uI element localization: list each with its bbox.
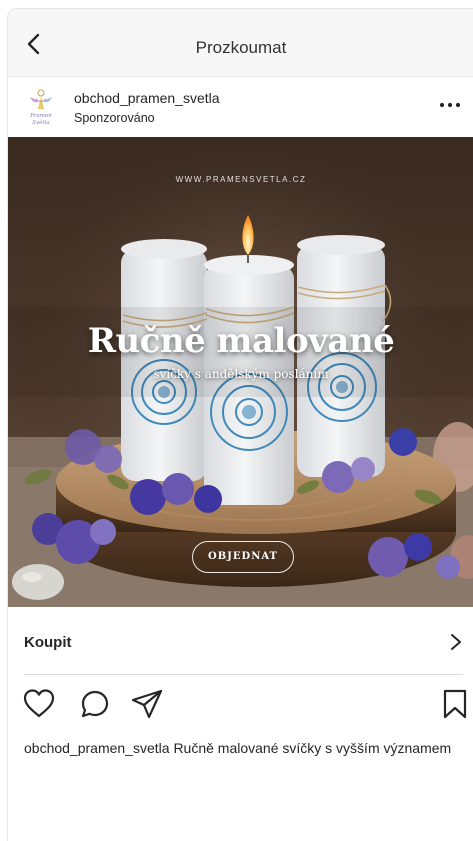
more-horizontal-icon[interactable]: [438, 95, 462, 115]
app-frame: Prozkoumat Pramen Světla obchod_pramen_s…: [7, 8, 473, 841]
post-caption: obchod_pramen_svetla Ručně malované svíč…: [24, 737, 470, 760]
page-title: Prozkoumat: [195, 38, 287, 57]
avatar-text-1: Pramen: [29, 113, 52, 119]
heart-icon[interactable]: [22, 687, 56, 721]
post-action-bar: [8, 681, 473, 725]
image-url-text: WWW.PRAMENSVETLA.CZ: [175, 175, 307, 184]
caption-text: Ručně malované svíčky s vyšším významem: [173, 740, 452, 756]
comment-icon[interactable]: [78, 687, 112, 721]
divider: [24, 674, 463, 675]
top-nav-bar: Prozkoumat: [8, 9, 473, 77]
image-headline: Ručně malované: [87, 321, 395, 361]
angel-logo-icon: [30, 89, 52, 109]
image-order-button[interactable]: OBJEDNAT: [192, 541, 294, 573]
sponsored-label: Sponzorováno: [74, 111, 155, 125]
send-icon[interactable]: [130, 687, 164, 721]
avatar[interactable]: Pramen Světla: [25, 87, 57, 127]
image-subheadline: svíčky s andělským posláním: [153, 367, 329, 381]
buy-label: Koupit: [24, 634, 72, 651]
bookmark-icon[interactable]: [438, 687, 472, 721]
caption-username[interactable]: obchod_pramen_svetla: [24, 740, 170, 756]
account-name[interactable]: obchod_pramen_svetla: [74, 90, 220, 106]
chevron-right-icon: [451, 634, 461, 650]
buy-row[interactable]: Koupit: [8, 607, 473, 675]
post-image[interactable]: WWW.PRAMENSVETLA.CZ Ručně malované svíčk…: [8, 137, 473, 607]
post-header: Pramen Světla obchod_pramen_svetla Sponz…: [8, 77, 473, 137]
avatar-text-2: Světla: [32, 119, 49, 126]
